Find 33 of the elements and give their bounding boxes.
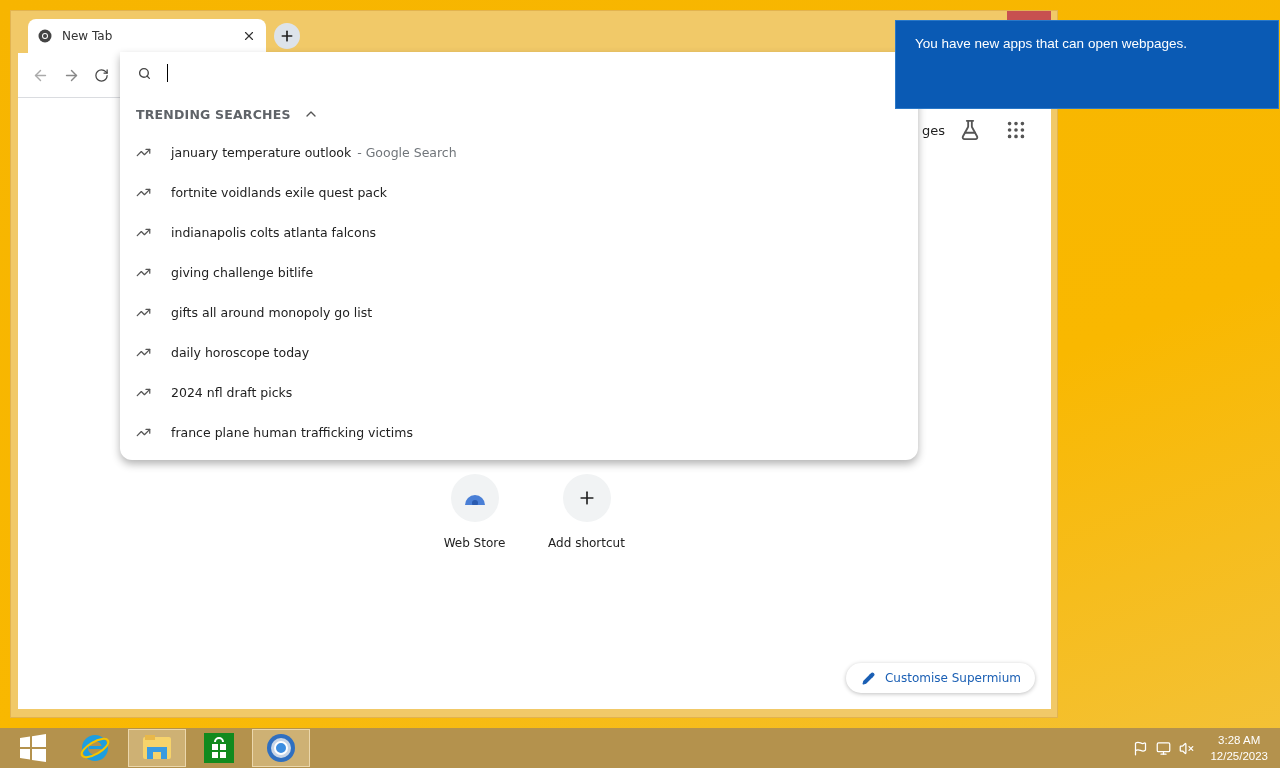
store-bag-icon[interactable] — [204, 733, 234, 763]
new-tab-button[interactable] — [274, 23, 300, 49]
suggestion-item[interactable]: gifts all around monopoly go list — [120, 292, 918, 332]
shortcut-tile[interactable] — [450, 474, 499, 522]
shortcut-tile[interactable] — [562, 474, 611, 522]
browser-tab[interactable]: New Tab — [28, 19, 266, 53]
shortcut-label: Add shortcut — [548, 536, 625, 550]
network-icon[interactable] — [1156, 740, 1172, 756]
suggestion-item[interactable]: giving challenge bitlife — [120, 252, 918, 292]
browser-ring-icon[interactable] — [265, 732, 297, 764]
images-link[interactable]: ges — [921, 122, 945, 138]
pencil-icon — [861, 671, 875, 685]
section-heading: TRENDING SEARCHES — [136, 106, 291, 122]
suggestion-item[interactable]: january temperature outlook - Google Search — [120, 132, 918, 172]
speaker-muted-icon[interactable] — [1179, 740, 1195, 756]
browser-logo-icon — [38, 29, 52, 43]
suggestion-item[interactable]: daily horoscope today — [120, 332, 918, 372]
customise-button[interactable]: Customise Supermium — [845, 663, 1035, 693]
reload-icon[interactable] — [94, 67, 109, 83]
suggestion-item[interactable]: fortnite voidlands exile quest pack — [120, 172, 918, 212]
windows-logo-icon[interactable] — [19, 734, 47, 762]
suggestion-item[interactable]: 2024 nfl draft picks — [120, 372, 918, 412]
suggestion-item[interactable]: indianapolis colts atlanta falcons — [120, 212, 918, 252]
flask-icon[interactable] — [959, 119, 981, 141]
shortcut-label: Web Store — [443, 536, 506, 550]
notification-toast[interactable]: You have new apps that can open webpages. — [895, 20, 1279, 109]
tab-title: New Tab — [62, 29, 114, 43]
plus-icon — [279, 28, 295, 44]
close-tab-icon[interactable] — [242, 29, 256, 43]
flag-icon[interactable] — [1133, 740, 1149, 756]
suggestion-item[interactable]: france plane human trafficking victims — [120, 412, 918, 452]
apps-grid-icon[interactable] — [1005, 119, 1027, 141]
search-icon — [138, 66, 151, 80]
